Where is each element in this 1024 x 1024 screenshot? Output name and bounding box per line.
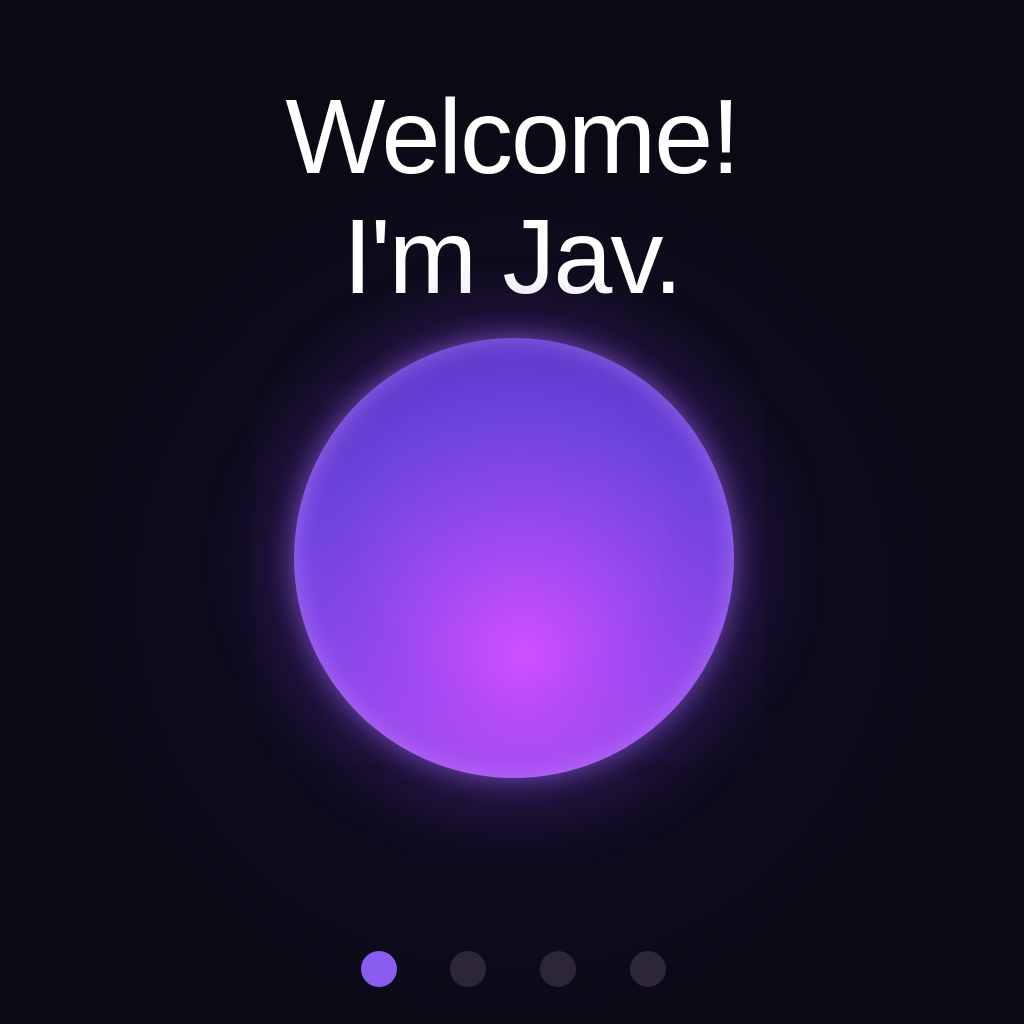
page-indicator	[0, 951, 1024, 987]
welcome-line-1: Welcome!	[285, 78, 740, 197]
page-dot-1[interactable]	[361, 951, 397, 987]
glowing-orb-icon	[294, 338, 734, 778]
page-dot-4[interactable]	[630, 951, 666, 987]
page-dot-3[interactable]	[540, 951, 576, 987]
welcome-screen: Welcome! I'm Jav.	[0, 0, 1024, 1024]
page-dot-2[interactable]	[450, 951, 486, 987]
